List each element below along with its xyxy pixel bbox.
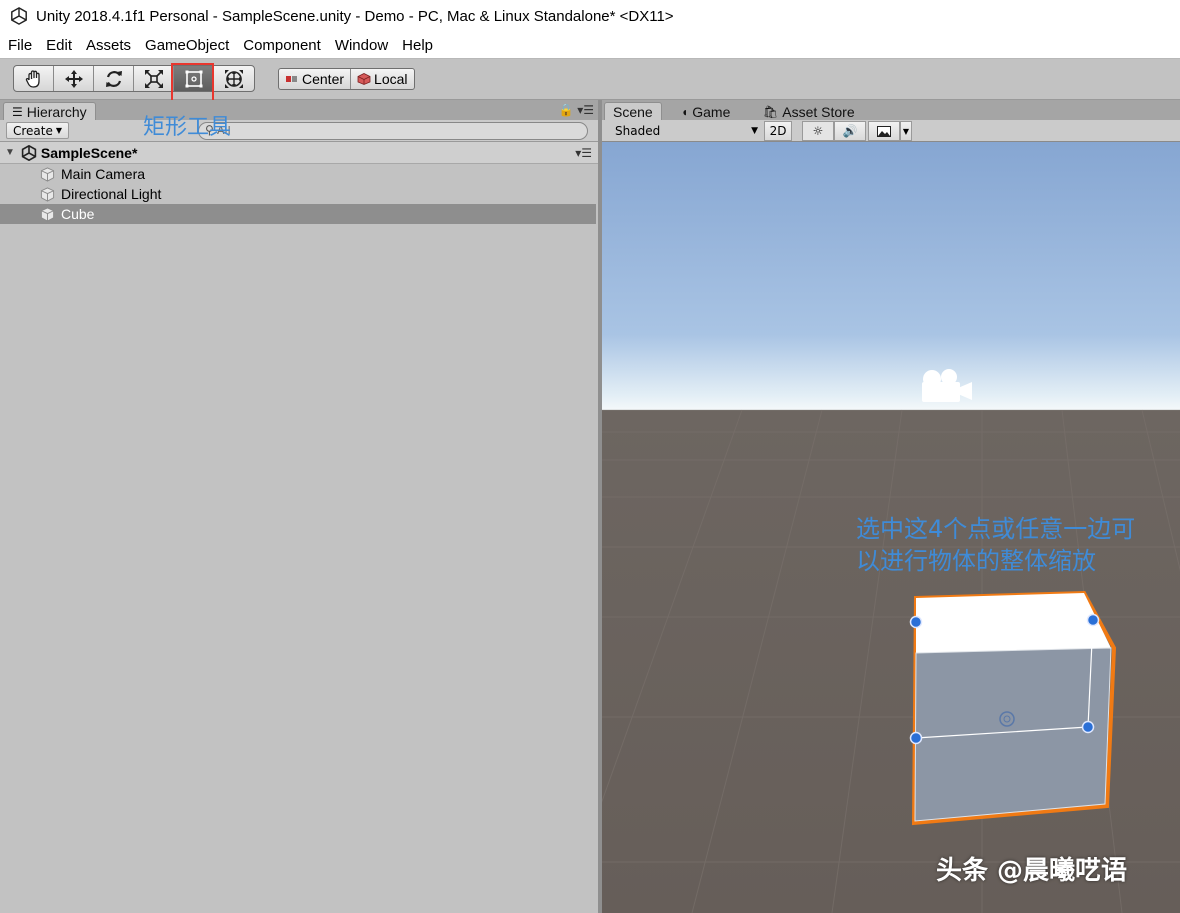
transform-icon bbox=[225, 69, 243, 88]
scene-panel: Scene ◖ Game 🛍 Asset Store Shaded ▼ 2D ☼… bbox=[602, 100, 1180, 913]
pivot-toggle-group: Center Local bbox=[278, 68, 415, 90]
menu-assets[interactable]: Assets bbox=[86, 37, 131, 54]
effects-dropdown-button[interactable]: ▼ bbox=[900, 121, 912, 141]
image-icon bbox=[877, 125, 891, 137]
audio-toggle-button[interactable]: 🔊 bbox=[834, 121, 866, 141]
rotate-tool-button[interactable] bbox=[94, 66, 134, 91]
speaker-icon: 🔊 bbox=[842, 124, 858, 138]
move-arrows-icon bbox=[64, 69, 83, 88]
rect-tool-annotation: 矩形工具 bbox=[143, 115, 232, 140]
rect-tool-highlight-box bbox=[171, 63, 214, 103]
transform-tools-group bbox=[13, 65, 255, 92]
hierarchy-item-label: Main Camera bbox=[61, 166, 146, 182]
tab-scene-label: Scene bbox=[613, 103, 653, 120]
menu-window[interactable]: Window bbox=[335, 37, 388, 54]
lighting-toggle-button[interactable]: ☼ bbox=[802, 121, 834, 141]
menu-component[interactable]: Component bbox=[243, 37, 321, 54]
hierarchy-item-directional-light[interactable]: Directional Light bbox=[0, 184, 598, 204]
sun-icon: ☼ bbox=[812, 124, 824, 138]
gameobject-cube-icon bbox=[40, 186, 55, 202]
tab-asset-store-label: Asset Store bbox=[782, 103, 855, 120]
title-bar: Unity 2018.4.1f1 Personal - SampleScene.… bbox=[0, 0, 1180, 32]
lock-icon[interactable]: 🔒 ▾☰ bbox=[558, 103, 594, 117]
gameobject-cube-icon bbox=[40, 206, 55, 222]
scale-tool-button[interactable] bbox=[134, 66, 174, 91]
menu-edit[interactable]: Edit bbox=[46, 37, 72, 54]
selected-cube bbox=[911, 590, 1117, 826]
scene-tabbar: Scene ◖ Game 🛍 Asset Store bbox=[602, 100, 1180, 120]
annotation-line-1: 选中这4个点或任意一边可 bbox=[856, 515, 1136, 543]
local-cube-icon bbox=[357, 73, 371, 85]
transform-tool-button[interactable] bbox=[214, 66, 254, 91]
window-title: Unity 2018.4.1f1 Personal - SampleScene.… bbox=[36, 7, 674, 25]
hierarchy-item-main-camera[interactable]: Main Camera bbox=[0, 164, 598, 184]
rotate-icon bbox=[105, 70, 122, 87]
hierarchy-item-label: Directional Light bbox=[61, 186, 162, 202]
menu-file[interactable]: File bbox=[8, 37, 32, 54]
hierarchy-tabbar: ☰ Hierarchy 🔒 ▾☰ bbox=[0, 100, 598, 120]
tab-asset-store[interactable]: 🛍 Asset Store bbox=[754, 102, 864, 120]
tab-hierarchy-label: Hierarchy bbox=[26, 103, 87, 120]
hierarchy-panel: ☰ Hierarchy 🔒 ▾☰ Create ▼ ⚲ All ▼ Sample… bbox=[0, 100, 598, 913]
unity-scene-icon bbox=[21, 144, 37, 161]
shading-mode-value: Shaded bbox=[615, 124, 661, 138]
dropdown-arrow-icon: ▼ bbox=[751, 126, 758, 136]
unity-logo-icon bbox=[11, 7, 27, 25]
toggle-2d-label: 2D bbox=[769, 124, 787, 138]
tab-game-label: Game bbox=[692, 103, 731, 120]
shading-mode-select[interactable]: Shaded ▼ bbox=[610, 122, 760, 140]
move-tool-button[interactable] bbox=[54, 66, 94, 91]
pivot-center-icon bbox=[286, 76, 297, 82]
hierarchy-item-label: Cube bbox=[61, 206, 95, 222]
pivot-local-button[interactable]: Local bbox=[350, 69, 413, 89]
store-bag-icon: 🛍 bbox=[763, 104, 779, 119]
dropdown-arrow-icon: ▼ bbox=[902, 126, 910, 136]
effects-toggle-button[interactable] bbox=[868, 121, 900, 141]
hierarchy-search-input[interactable]: ⚲ All bbox=[198, 122, 588, 140]
menu-bar: File Edit Assets GameObject Component Wi… bbox=[0, 32, 1180, 59]
create-label: Create bbox=[13, 123, 53, 138]
annotation-line-2: 以进行物体的整体缩放 bbox=[856, 547, 1096, 575]
tab-hierarchy[interactable]: ☰ Hierarchy bbox=[3, 102, 96, 120]
create-dropdown-button[interactable]: Create ▼ bbox=[6, 122, 70, 139]
scale-icon bbox=[144, 69, 163, 88]
hand-icon bbox=[25, 69, 40, 88]
scene-name: SampleScene* bbox=[40, 144, 138, 161]
dropdown-arrow-icon: ▼ bbox=[55, 126, 63, 135]
hand-tool-button[interactable] bbox=[14, 66, 54, 91]
tab-scene[interactable]: Scene bbox=[604, 102, 662, 120]
scene-options-icon[interactable]: ▾☰ bbox=[575, 146, 592, 160]
watermark-text: 头条 @晨曦呓语 bbox=[936, 856, 1128, 886]
toggle-2d-button[interactable]: 2D bbox=[764, 121, 792, 141]
pivot-center-label: Center bbox=[302, 71, 345, 87]
camera-gizmo-icon bbox=[922, 369, 972, 402]
scene-root-row[interactable]: ▼ SampleScene* ▾☰ bbox=[0, 142, 598, 164]
scale-instruction-annotation: 选中这4个点或任意一边可 以进行物体的整体缩放 bbox=[856, 513, 1135, 577]
gameobject-cube-icon bbox=[40, 166, 55, 182]
pacman-icon: ◖ bbox=[681, 104, 689, 119]
menu-gameobject[interactable]: GameObject bbox=[145, 37, 229, 54]
tab-game[interactable]: ◖ Game bbox=[672, 102, 739, 120]
pivot-center-button[interactable]: Center bbox=[279, 69, 350, 89]
menu-help[interactable]: Help bbox=[402, 37, 433, 54]
scene-toolbar: Shaded ▼ 2D ☼ 🔊 ▼ bbox=[602, 120, 1180, 142]
hierarchy-item-cube[interactable]: Cube bbox=[0, 204, 596, 224]
hierarchy-toolbar: Create ▼ ⚲ All bbox=[0, 120, 598, 142]
list-icon: ☰ bbox=[12, 104, 23, 119]
expand-arrow-icon[interactable]: ▼ bbox=[5, 147, 15, 158]
pivot-local-label: Local bbox=[374, 71, 408, 87]
